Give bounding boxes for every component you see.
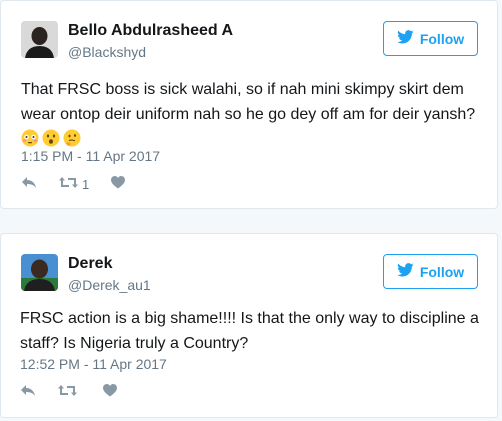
follow-label: Follow [419,263,465,280]
tweet-actions: 1 [21,175,147,194]
flushed-face-icon [21,129,39,147]
tweet-body: That FRSC boss is sick walahi, so if nah… [21,81,476,123]
reply-button[interactable] [21,175,37,194]
like-button[interactable] [103,383,117,402]
emoji-row [21,129,486,147]
follow-label: Follow [419,30,465,47]
user-handle[interactable]: @Derek_au1 [68,277,151,293]
reply-icon [20,383,36,402]
retweet-icon [59,176,78,194]
hushed-face-icon [42,129,60,147]
follow-button[interactable]: Follow [383,254,478,289]
bird-icon [396,30,414,47]
tweet-timestamp[interactable]: 12:52 PM - 11 Apr 2017 [20,356,167,372]
tweet-card: Bello Abdulrasheed A @Blackshyd Follow T… [0,0,498,209]
heart-icon [111,175,126,194]
tweet-actions [20,383,139,402]
retweet-icon [58,384,77,402]
user-name[interactable]: Bello Abdulrasheed A [68,22,233,40]
retweet-button[interactable] [58,384,81,402]
thinking-face-icon [63,129,81,147]
user-name[interactable]: Derek [68,255,112,273]
user-handle[interactable]: @Blackshyd [68,44,146,60]
retweet-count: 1 [82,177,90,192]
like-button[interactable] [111,175,126,194]
tweet-text: That FRSC boss is sick walahi, so if nah… [21,77,486,147]
tweet-text: FRSC action is a big shame!!!! Is that t… [20,310,479,352]
bird-icon [396,263,414,280]
tweet-timestamp[interactable]: 1:15 PM - 11 Apr 2017 [21,148,160,164]
reply-icon [21,175,37,194]
follow-button[interactable]: Follow [383,21,478,56]
retweet-button[interactable]: 1 [59,176,89,194]
heart-icon [103,383,117,402]
reply-button[interactable] [20,383,36,402]
avatar[interactable] [21,21,58,58]
avatar[interactable] [21,254,58,291]
